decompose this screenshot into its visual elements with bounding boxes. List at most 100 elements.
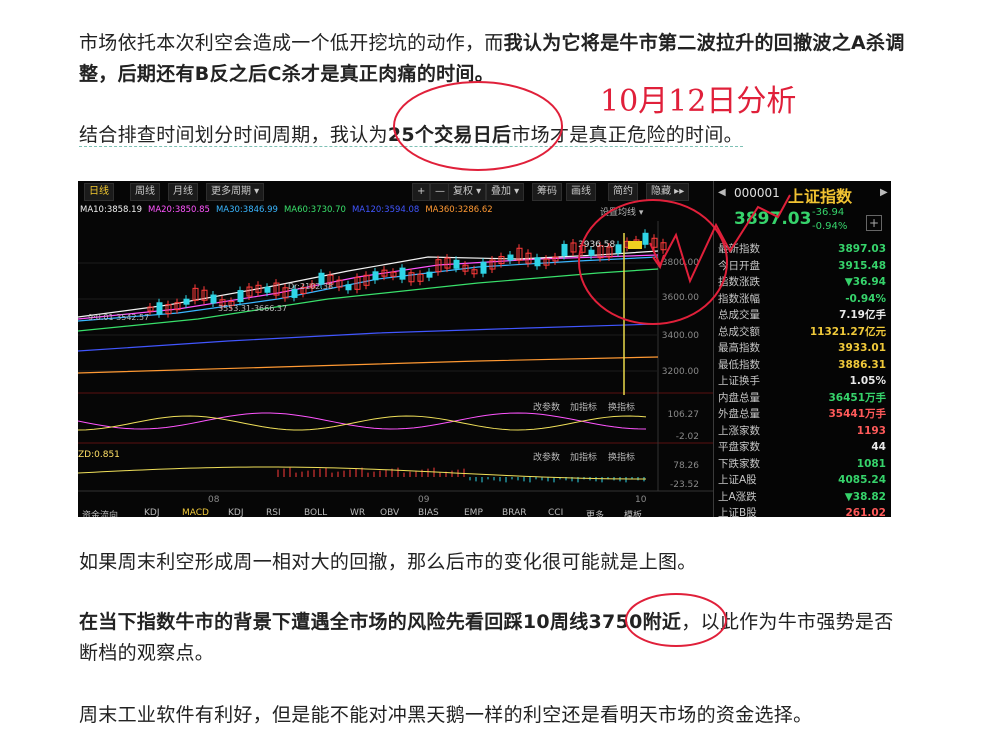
quote-row-9: 内盘总量 36451万手 [718,390,886,406]
candle-body [453,259,460,269]
article-paragraph-2: 结合排查时间划分时间周期，我认为25个交易日后市场才是真正危险的时间。 [79,120,909,151]
sub2-axis-top: 78.26 [673,461,699,471]
quote-row-13: 下跌家数 1081 [718,456,886,472]
quote-value: 11321.27亿元 [809,325,886,338]
indicator-tab-11[interactable]: CCI [548,508,563,517]
quote-row-15: 上A涨跌 ▼38.82 [718,489,886,505]
quote-value: ▼38.82 [844,490,886,503]
sub1-axis-top: 106.27 [667,410,700,420]
p2-bold-text: 25个交易日后 [387,124,512,146]
quote-key: 上涨家数 [718,424,760,437]
p1-normal-text: 市场依托本次利空会造成一个低开挖坑的动作，而 [79,32,504,54]
candle-body [534,257,541,267]
quote-value: 3897.03 [838,243,886,255]
add-watchlist-icon[interactable]: + [866,215,882,231]
index-name: 上证指数 [788,187,853,206]
quote-row-6: 最高指数 3933.01 [718,340,886,356]
p2-pre-text: 结合排查时间划分时间周期，我认为 [79,124,388,146]
quote-key: 最新指数 [718,243,760,255]
indicator-tab-4[interactable]: RSI [266,508,281,517]
month-label-08: 08 [208,495,220,505]
sub2-add-indicator[interactable]: 加指标 [570,450,597,463]
month-label-10: 10 [635,495,647,505]
ma-line-4 [78,254,659,320]
candle-body [426,271,433,278]
price-axis-3600: 3600.00 [661,293,699,303]
index-info-sidebar: ◀ 000001 上证指数 ▶ 3897.03 -36.94 -0.94% + … [713,181,891,517]
quote-row-1: 今日开盘 3915.48 [718,258,886,274]
quote-row-7: 最低指数 3886.31 [718,357,886,373]
indicator-tab-5[interactable]: BOLL [304,508,327,517]
high-price-label: 3936.58 [578,240,615,250]
sub2-switch-indicator[interactable]: 换指标 [608,450,635,463]
quote-value: ▼36.94 [844,276,886,288]
ma-line-2 [78,268,659,332]
indicator-tab-12[interactable]: 更多 [586,508,604,517]
quote-key: 平盘家数 [718,441,760,453]
indicator-tab-2[interactable]: MACD [182,508,209,517]
index-change-pct: -0.94% [812,221,848,232]
candle-body [372,271,379,281]
prev-arrow-icon[interactable]: ◀ [718,187,726,198]
indicator-tab-1[interactable]: KDJ [144,508,160,517]
quote-key: 外盘总量 [718,408,760,420]
quote-key: 内盘总量 [718,391,760,404]
price-axis-3200: 3200.00 [661,367,699,377]
candle-body [210,294,217,304]
candlestick-chart: 3936.58 Dr:2102.38 3553.31-3666.37 9:0.01 3… [78,221,713,492]
sidebar-header: ◀ 000001 上证指数 ▶ [714,181,891,207]
indicator-tab-10[interactable]: BRAR [502,508,526,517]
quote-value: 1081 [856,457,886,470]
quote-key: 最高指数 [718,342,760,354]
sub1-axis-bottom: -2.02 [675,432,699,442]
indicator-tab-9[interactable]: EMP [464,508,483,517]
indicator-tab-3[interactable]: KDJ [228,508,244,517]
quote-key: 最低指数 [718,358,760,371]
quote-value: 3933.01 [838,342,886,354]
quote-value: -0.94% [845,292,886,305]
quote-key: 上A涨跌 [718,490,757,503]
quote-value: 3915.48 [838,259,886,272]
quote-row-5: 总成交额 11321.27亿元 [718,324,886,340]
quote-row-8: 上证换手 1.05% [718,373,886,389]
sub2-change-params[interactable]: 改参数 [533,450,560,463]
quote-value: 261.02 [845,507,886,517]
indicator-tab-7[interactable]: OBV [380,508,399,517]
candle-body [156,302,163,315]
highlight-candles [628,241,642,249]
candle-body [615,244,622,254]
sub1-change-params[interactable]: 改参数 [533,400,560,413]
indicator-tab-8[interactable]: BIAS [418,508,439,517]
next-arrow-icon[interactable]: ▶ [880,187,888,198]
sub1-switch-indicator[interactable]: 换指标 [608,400,635,413]
quote-row-12: 平盘家数 44 [718,439,886,455]
quote-row-2: 指数涨跌 ▼36.94 [718,274,886,290]
handwritten-date-note: 10月12日分析 [600,84,797,119]
quote-value: 44 [871,441,886,453]
quote-value: 3886.31 [838,358,886,371]
quote-key: 指数涨幅 [718,292,760,305]
sub1-add-indicator[interactable]: 加指标 [570,400,597,413]
candle-body [588,249,595,256]
price-axis-3400: 3400.00 [661,331,699,341]
candle-body [480,261,487,274]
month-label-09: 09 [418,495,430,505]
quote-row-16: 上证B股 261.02 [718,505,886,517]
quote-key: 指数涨跌 [718,276,760,288]
quote-key: 上证B股 [718,507,757,517]
indicator-tab-0[interactable]: 资金流向 [82,508,118,517]
price-axis-3800: 3800.00 [661,258,699,268]
candle-body [642,232,649,245]
indicator-tab-6[interactable]: WR [350,508,365,517]
quote-row-10: 外盘总量 35441万手 [718,406,886,422]
ma-line-1 [78,323,659,352]
candle-body [345,284,352,291]
quote-key: 上证A股 [718,474,757,486]
quote-key: 总成交量 [718,309,760,321]
quote-value: 4085.24 [838,474,886,486]
quote-row-14: 上证A股 4085.24 [718,472,886,488]
candle-body [399,267,406,280]
indicator-tab-13[interactable]: 模板 [624,508,642,517]
p2-underlined-text: 结合排查时间划分时间周期，我认为25个交易日后市场才是真正危险的时间。 [79,124,743,147]
quote-key: 总成交额 [718,325,760,338]
